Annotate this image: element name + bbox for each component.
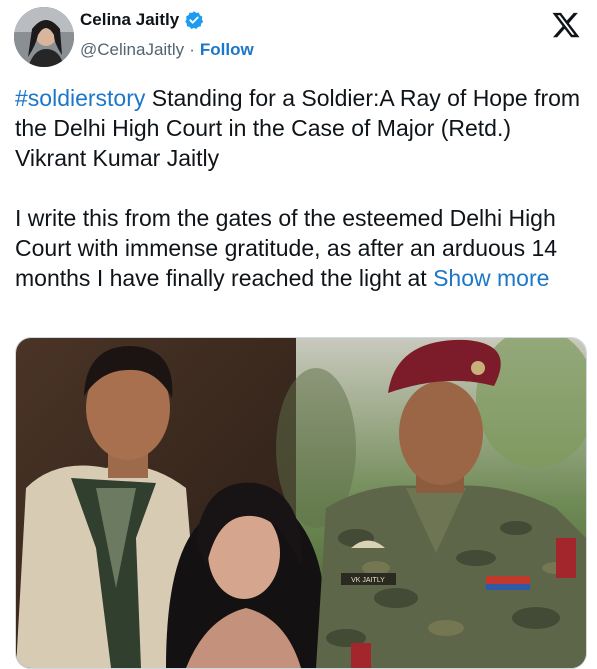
separator-dot: · — [189, 40, 195, 59]
x-logo-icon[interactable] — [551, 10, 581, 40]
tweet-text: #soldierstory Standing for a Soldier:A R… — [15, 83, 585, 323]
hashtag-link[interactable]: #soldierstory — [15, 85, 145, 111]
author-handle[interactable]: @CelinaJaitly — [80, 40, 184, 60]
tweet-card: Celina Jaitly @CelinaJaitly · Follow #so… — [0, 0, 597, 669]
tweet-paragraph-1: #soldierstory Standing for a Soldier:A R… — [15, 83, 585, 173]
follow-button[interactable]: Follow — [200, 40, 254, 60]
author-avatar[interactable] — [14, 7, 74, 67]
tweet-paragraph-2: I write this from the gates of the estee… — [15, 203, 585, 293]
verified-badge-icon — [185, 11, 204, 29]
author-handle-row: @CelinaJaitly · Follow — [80, 40, 254, 60]
author-name[interactable]: Celina Jaitly — [80, 10, 179, 30]
author-name-row: Celina Jaitly — [80, 10, 204, 30]
tweet-media-image[interactable]: VK JAITLY — [15, 337, 587, 669]
show-more-link[interactable]: Show more — [433, 265, 549, 291]
name-tag-label: VK JAITLY — [351, 577, 385, 584]
